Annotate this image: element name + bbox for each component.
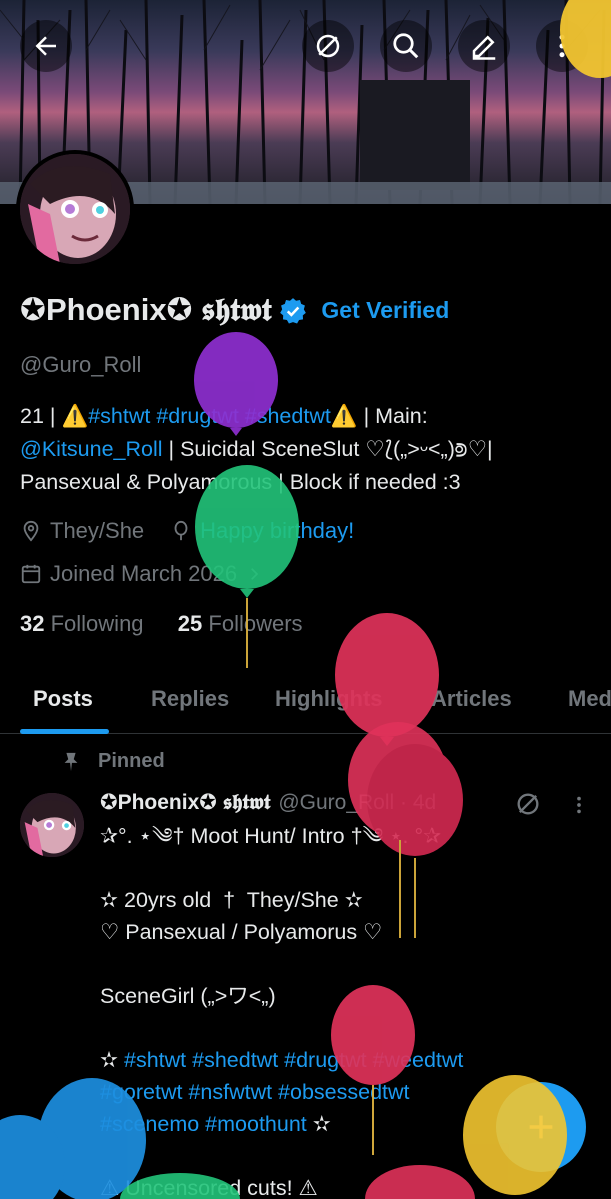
get-verified-link[interactable]: Get Verified: [321, 297, 449, 324]
post-line: ✰°. ⋆༄† Moot Hunt/ Intro †༄ ⋆. °✰: [100, 824, 442, 848]
tab-posts[interactable]: Posts: [33, 686, 93, 712]
avatar-image: [20, 154, 130, 264]
more-icon[interactable]: [568, 792, 590, 818]
verified-badge-icon[interactable]: [279, 297, 307, 325]
search-icon: [393, 33, 419, 59]
back-button[interactable]: [20, 20, 72, 72]
post-author-name[interactable]: ✪Phoenix✪ 𝖘𝖍𝖙𝖜𝖙: [100, 790, 270, 815]
profile-meta-row: They/She Happy birthday!: [20, 518, 354, 544]
plus-icon: [529, 1115, 553, 1139]
edit-button[interactable]: [458, 20, 510, 72]
tab-replies[interactable]: Replies: [151, 686, 229, 712]
more-icon: [559, 34, 565, 58]
following-link[interactable]: 32 Following: [20, 611, 144, 636]
post-hashtags[interactable]: #shtwt #shedtwt #drugtwt #weedtwt: [124, 1048, 463, 1072]
post-header: ✪Phoenix✪ 𝖘𝖍𝖙𝖜𝖙 @Guro_Roll · 4d: [100, 790, 436, 815]
profile-tabs: Posts Replies Highlights Articles Media: [0, 672, 611, 734]
post-hashtags[interactable]: #scenemo #moothunt: [100, 1112, 307, 1136]
post-line: ✫ 20yrs old † They/She ✫: [100, 888, 363, 912]
follow-counts: 32 Following 25 Followers: [20, 611, 303, 637]
calendar-icon: [21, 564, 41, 584]
followers-count: 25: [177, 611, 203, 636]
bio-text: 21 | ⚠️: [20, 404, 89, 428]
bio-mention-link[interactable]: @Kitsune_Roll: [20, 437, 163, 461]
following-label: Following: [50, 611, 144, 636]
chevron-right-icon: [251, 568, 259, 580]
post-author-avatar[interactable]: [20, 793, 84, 857]
pinned-label: Pinned: [98, 750, 165, 772]
edit-icon: [472, 35, 496, 60]
location-icon: [23, 520, 39, 542]
profile-name-row: ✪Phoenix✪ 𝖘𝖍𝖙𝖜𝖙 Get Verified: [20, 292, 449, 329]
search-button[interactable]: [380, 20, 432, 72]
bio-hashtags[interactable]: #shtwt #drugtwt #shedtwt: [88, 404, 331, 428]
pronouns: They/She: [50, 518, 145, 543]
post-line: SceneGirl („>ワ<„): [100, 984, 276, 1008]
top-bar: [0, 20, 611, 72]
pinned-label-row: Pinned: [60, 750, 165, 773]
profile-avatar[interactable]: [16, 150, 134, 268]
display-name: ✪Phoenix✪ 𝖘𝖍𝖙𝖜𝖙: [20, 292, 272, 327]
post-line: ♡ Pansexual / Polyamorus ♡: [100, 920, 383, 944]
post-line: ✫: [100, 1048, 124, 1072]
bio-text: ⚠️ | Main:: [330, 404, 428, 428]
bio-text: Pansexual & Polyamorous | Block if neede…: [20, 470, 461, 494]
profile-bio: 21 | ⚠️#shtwt #drugtwt #shedtwt⚠️ | Main…: [20, 400, 600, 499]
active-tab-indicator: [20, 729, 109, 734]
birthday-link[interactable]: Happy birthday!: [200, 518, 354, 544]
balloon-icon: [174, 520, 188, 541]
bio-text: | Suicidal SceneSlut ♡⟅(„>ᵕ<„)⟄♡|: [162, 437, 493, 461]
more-options-button[interactable]: [536, 20, 588, 72]
compose-button[interactable]: [496, 1082, 586, 1172]
profile-handle: @Guro_Roll: [20, 352, 142, 377]
following-count: 32: [20, 611, 45, 636]
pin-icon: [64, 752, 78, 771]
joined-row[interactable]: Joined March 2026: [20, 561, 263, 587]
grok-icon: [316, 34, 340, 58]
post-hashtags[interactable]: #goretwt #nsfwtwt #obsessedtwt: [100, 1080, 410, 1104]
avatar-image: [20, 793, 84, 857]
followers-link[interactable]: 25 Followers: [178, 611, 303, 636]
tab-articles[interactable]: Articles: [431, 686, 512, 712]
grok-icon[interactable]: [514, 790, 542, 818]
grok-button[interactable]: [302, 20, 354, 72]
back-arrow-icon: [35, 36, 56, 56]
tab-highlights[interactable]: Highlights: [275, 686, 383, 712]
post-author-handle[interactable]: @Guro_Roll · 4d: [278, 791, 436, 815]
post-line: ⚠ Uncensored cuts! ⚠: [100, 1176, 318, 1199]
followers-label: Followers: [208, 611, 303, 636]
joined-date: Joined March 2026: [50, 561, 238, 586]
tab-media[interactable]: Media: [568, 686, 611, 712]
